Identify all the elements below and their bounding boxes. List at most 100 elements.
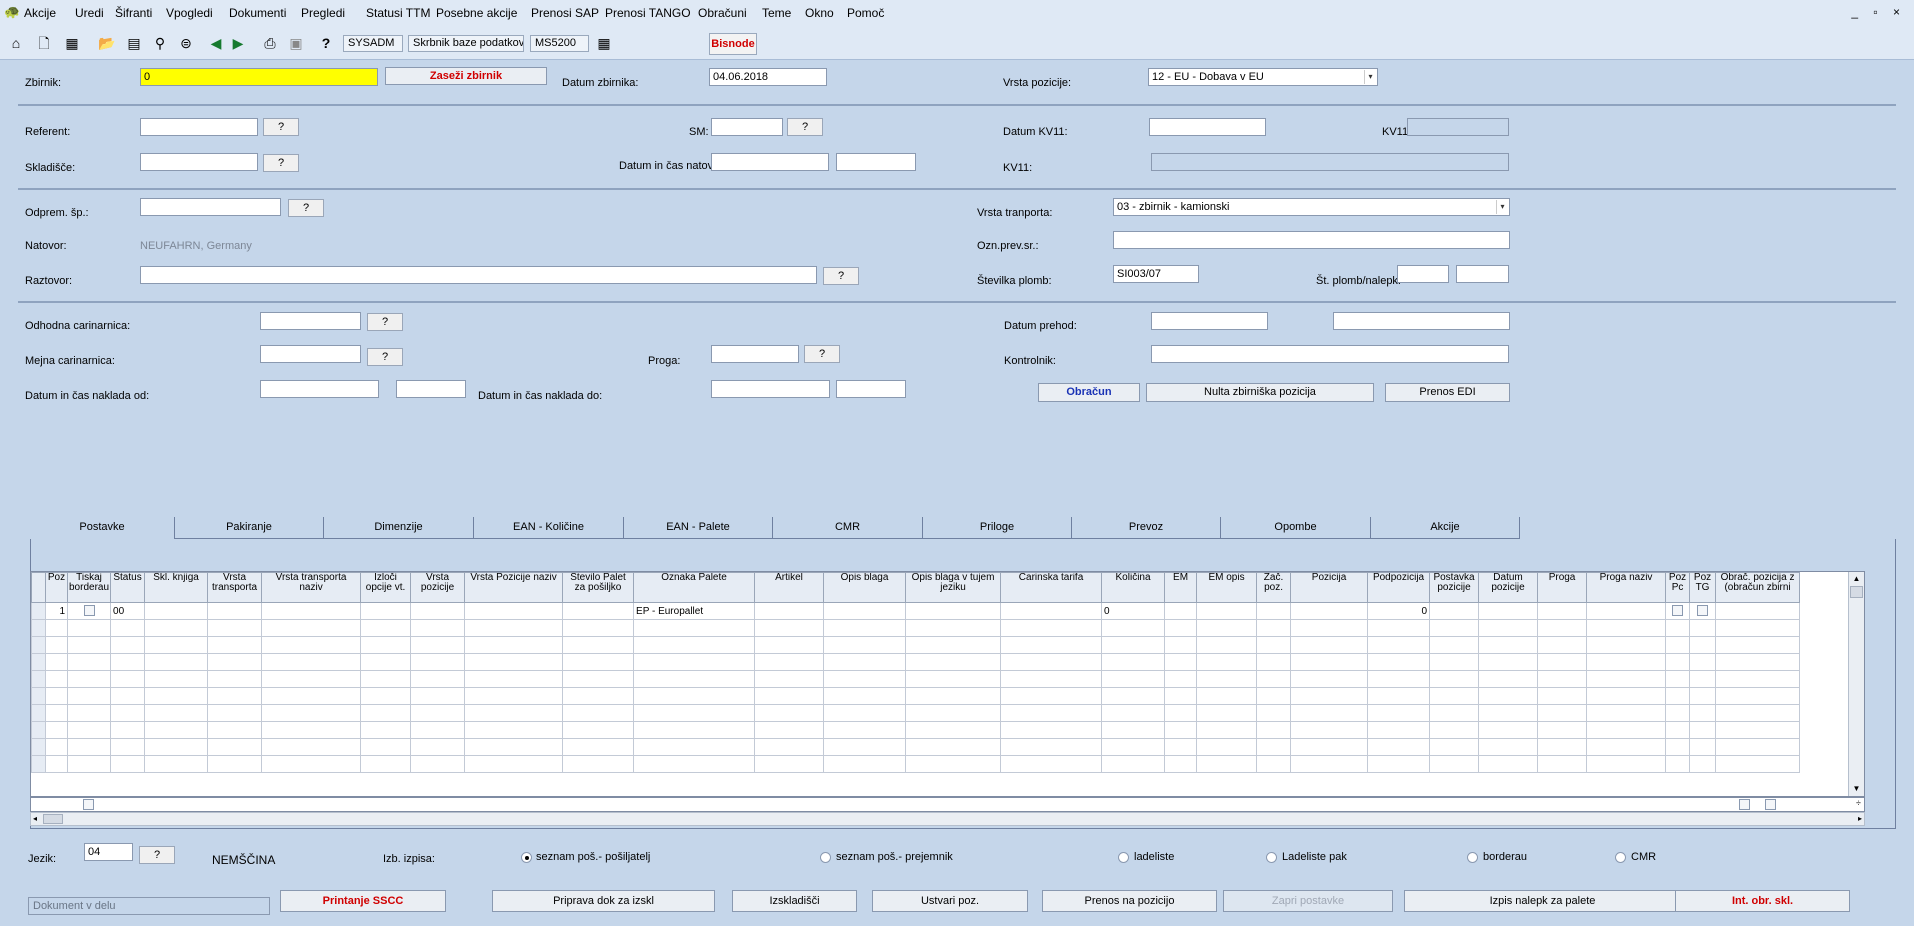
- cell[interactable]: [1478, 704, 1539, 722]
- menu-teme[interactable]: Teme: [762, 6, 791, 20]
- cell[interactable]: [1586, 687, 1667, 705]
- col-obrac-pozicija[interactable]: Obrač. pozicija z (obračun zbirni: [1715, 572, 1801, 603]
- proga-lookup-button[interactable]: ?: [804, 345, 840, 363]
- cell[interactable]: [1689, 636, 1717, 654]
- radio-cmr[interactable]: [1615, 852, 1626, 863]
- cell[interactable]: [1537, 738, 1588, 756]
- cell[interactable]: [360, 602, 412, 620]
- cell[interactable]: [1196, 670, 1258, 688]
- cell[interactable]: [1164, 738, 1198, 756]
- raztovor-lookup-button[interactable]: ?: [823, 267, 859, 285]
- cell[interactable]: [66, 687, 112, 705]
- tab-priloge[interactable]: Priloge: [923, 517, 1072, 539]
- cell[interactable]: [45, 721, 68, 739]
- cell[interactable]: [110, 653, 146, 671]
- cell[interactable]: [1537, 653, 1588, 671]
- cell[interactable]: [1164, 653, 1198, 671]
- cell[interactable]: [1665, 653, 1691, 671]
- skladisce-input[interactable]: [140, 153, 258, 171]
- cell[interactable]: [261, 755, 362, 773]
- cell[interactable]: [144, 670, 209, 688]
- row-header[interactable]: [31, 653, 46, 671]
- cell[interactable]: [464, 687, 564, 705]
- cell[interactable]: [410, 619, 466, 637]
- cell[interactable]: [464, 670, 564, 688]
- cell[interactable]: [1290, 653, 1369, 671]
- cell[interactable]: [1586, 670, 1667, 688]
- table-row[interactable]: [31, 687, 1801, 705]
- naklada-do-date-input[interactable]: [711, 380, 830, 398]
- cell[interactable]: [754, 755, 825, 773]
- cell[interactable]: [905, 619, 1002, 637]
- datum-prehod-date-input[interactable]: [1151, 312, 1268, 330]
- cell[interactable]: [207, 704, 263, 722]
- cell[interactable]: [823, 653, 907, 671]
- menu-statusi-ttm[interactable]: Statusi TTM: [366, 6, 430, 20]
- cell[interactable]: [1586, 721, 1667, 739]
- cell[interactable]: [207, 755, 263, 773]
- cell[interactable]: [633, 704, 756, 722]
- cell[interactable]: [1537, 670, 1588, 688]
- calendar-icon[interactable]: ▦: [62, 34, 82, 52]
- menu-pregledi[interactable]: Pregledi: [301, 6, 345, 20]
- tab-prevoz[interactable]: Prevoz: [1072, 517, 1221, 539]
- cell[interactable]: [45, 619, 68, 637]
- obracun-button[interactable]: Obračun: [1038, 383, 1140, 402]
- cell[interactable]: [1586, 755, 1667, 773]
- cell[interactable]: [1665, 636, 1691, 654]
- st-plomb-input[interactable]: [1397, 265, 1449, 283]
- row-header[interactable]: [31, 755, 46, 773]
- cell[interactable]: [1000, 619, 1103, 637]
- cell[interactable]: [261, 602, 362, 620]
- cell[interactable]: [410, 687, 466, 705]
- col-podpozicija[interactable]: Podpozicija: [1367, 572, 1431, 603]
- cell[interactable]: [754, 738, 825, 756]
- col-oznaka-palete[interactable]: Oznaka Palete: [633, 572, 756, 603]
- cell[interactable]: [110, 636, 146, 654]
- spin-icon[interactable]: ÷: [1856, 798, 1861, 808]
- cell[interactable]: [1537, 704, 1588, 722]
- grid-horizontal-scrollbar[interactable]: ◂ ▸: [30, 812, 1865, 826]
- sm-lookup-button[interactable]: ?: [787, 118, 823, 136]
- cell[interactable]: [1256, 602, 1292, 620]
- cell[interactable]: [464, 755, 564, 773]
- cell[interactable]: [360, 653, 412, 671]
- cell[interactable]: [110, 755, 146, 773]
- cell[interactable]: [1478, 653, 1539, 671]
- cell[interactable]: [1164, 636, 1198, 654]
- scroll-up-icon[interactable]: ▲: [1849, 572, 1864, 586]
- cell[interactable]: [1715, 619, 1801, 637]
- col-kolicina[interactable]: Količina: [1101, 572, 1166, 603]
- scroll-down-icon[interactable]: ▼: [1849, 782, 1864, 796]
- odhodna-carinarnica-input[interactable]: [260, 312, 361, 330]
- cell[interactable]: [410, 653, 466, 671]
- cell[interactable]: [562, 619, 635, 637]
- cell[interactable]: [66, 721, 112, 739]
- cell[interactable]: [905, 636, 1002, 654]
- col-poz[interactable]: Poz: [45, 572, 68, 603]
- cell[interactable]: [410, 755, 466, 773]
- radio-ladeliste-pak[interactable]: [1266, 852, 1277, 863]
- vrsta-transporta-dropdown[interactable]: 03 - zbirnik - kamionski ▾: [1113, 198, 1510, 216]
- home-icon[interactable]: ⌂: [6, 34, 26, 52]
- col-vrsta-pozicije-naziv[interactable]: Vrsta Pozicije naziv: [464, 572, 564, 603]
- cell[interactable]: [464, 653, 564, 671]
- arrow-right-icon[interactable]: ▶: [228, 34, 248, 52]
- cell[interactable]: [66, 670, 112, 688]
- open-folder-icon[interactable]: 📂: [97, 34, 117, 52]
- cell[interactable]: [1256, 636, 1292, 654]
- col-izloci-opcije[interactable]: Izloči opcije vt.: [360, 572, 412, 603]
- mejna-carinarnica-input[interactable]: [260, 345, 361, 363]
- cell[interactable]: [1715, 738, 1801, 756]
- cell[interactable]: [261, 687, 362, 705]
- cell[interactable]: [1478, 670, 1539, 688]
- sm-input[interactable]: [711, 118, 783, 136]
- tiskaj-checkbox[interactable]: [83, 605, 95, 617]
- row-header[interactable]: [31, 636, 46, 654]
- cell[interactable]: [110, 704, 146, 722]
- cell[interactable]: [1537, 687, 1588, 705]
- cell[interactable]: [562, 687, 635, 705]
- datum-natovora-time-input[interactable]: [836, 153, 916, 171]
- izpis-nalepk-button[interactable]: Izpis nalepk za palete: [1404, 890, 1681, 912]
- cell[interactable]: [110, 670, 146, 688]
